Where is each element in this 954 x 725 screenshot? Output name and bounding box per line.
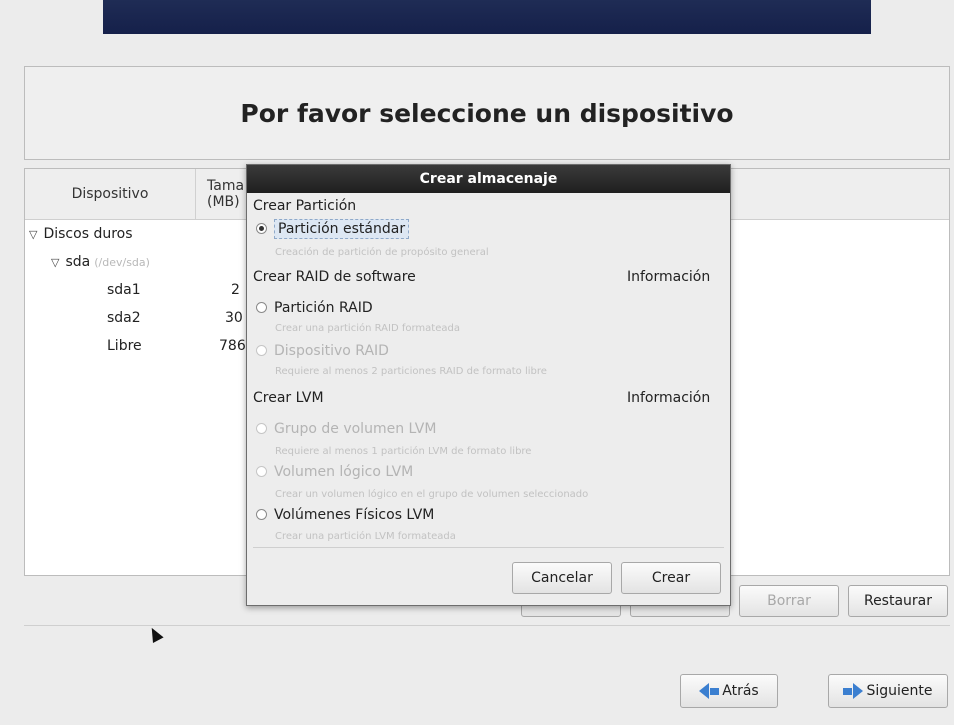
- radio-raid-partition[interactable]: Partición RAID: [256, 300, 373, 316]
- back-label: Atrás: [722, 683, 759, 699]
- option-label: Dispositivo RAID: [274, 343, 389, 359]
- option-description: Crear un volumen lógico en el grupo de v…: [275, 489, 589, 500]
- tree-label: sda: [65, 254, 91, 270]
- column-tamano-label: Tama: [207, 178, 245, 194]
- partition-size: 2: [231, 282, 240, 298]
- back-button[interactable]: Atrás: [680, 674, 778, 708]
- partition-name: sda2: [107, 310, 141, 326]
- option-description: Crear una partición LVM formateada: [275, 531, 456, 542]
- header-box: Por favor seleccione un dispositivo: [24, 66, 950, 160]
- radio-raid-device[interactable]: Dispositivo RAID: [256, 343, 389, 359]
- radio-selected-icon[interactable]: [256, 223, 267, 234]
- next-button[interactable]: Siguiente: [828, 674, 948, 708]
- radio-icon[interactable]: [256, 509, 267, 520]
- radio-icon[interactable]: [256, 302, 267, 313]
- option-description: Crear una partición RAID formateada: [275, 323, 460, 334]
- expand-triangle-icon[interactable]: ▽: [29, 228, 37, 241]
- section-create-lvm: Crear LVM: [253, 390, 324, 406]
- divider: [24, 625, 950, 626]
- section-create-raid: Crear RAID de software: [253, 269, 416, 285]
- create-confirm-button[interactable]: Crear: [621, 562, 721, 594]
- section-create-partition: Crear Partición: [253, 198, 357, 214]
- create-label: Crear: [651, 570, 691, 586]
- create-storage-dialog: Crear almacenaje Crear Partición Partici…: [246, 164, 731, 606]
- partition-size: 30: [225, 310, 243, 326]
- option-description: Creación de partición de propósito gener…: [275, 247, 489, 258]
- option-label: Volúmenes Físicos LVM: [274, 507, 435, 523]
- mouse-cursor-icon: [146, 625, 164, 643]
- restore-button[interactable]: Restaurar: [848, 585, 948, 617]
- cancel-label: Cancelar: [531, 570, 593, 586]
- option-label: Partición RAID: [274, 300, 373, 316]
- cancel-button[interactable]: Cancelar: [512, 562, 612, 594]
- radio-lvm-physical[interactable]: Volúmenes Físicos LVM: [256, 507, 434, 523]
- option-description: Requiere al menos 2 particiones RAID de …: [275, 366, 547, 377]
- radio-lvm-group[interactable]: Grupo de volumen LVM: [256, 421, 436, 437]
- partition-name: sda1: [107, 282, 141, 298]
- option-label: Grupo de volumen LVM: [274, 421, 437, 437]
- page-title: Por favor seleccione un dispositivo: [240, 98, 734, 128]
- table-row[interactable]: sda1: [107, 282, 141, 298]
- arrow-right-icon: [843, 683, 864, 699]
- dialog-title: Crear almacenaje: [247, 165, 730, 193]
- radio-icon[interactable]: [256, 466, 267, 477]
- info-link-lvm[interactable]: Información: [627, 390, 710, 406]
- option-label: Partición estándar: [274, 219, 410, 239]
- arrow-left-icon: [699, 683, 720, 699]
- column-tamano-unit: (MB): [207, 194, 240, 210]
- table-row[interactable]: Libre: [107, 338, 142, 354]
- radio-standard-partition[interactable]: Partición estándar: [256, 219, 410, 239]
- partition-name: Libre: [107, 338, 142, 354]
- table-row[interactable]: sda2: [107, 310, 141, 326]
- tree-row-discos-duros[interactable]: ▽ Discos duros: [29, 226, 133, 242]
- option-label: Volumen lógico LVM: [274, 464, 414, 480]
- column-dispositivo[interactable]: Dispositivo: [25, 169, 196, 219]
- tree-label: Discos duros: [43, 226, 133, 242]
- disk-path-hint: (/dev/sda): [94, 256, 150, 269]
- info-link-raid[interactable]: Información: [627, 269, 710, 285]
- dialog-divider: [253, 547, 724, 548]
- expand-triangle-icon[interactable]: ▽: [51, 256, 59, 269]
- restore-label: Restaurar: [863, 593, 933, 609]
- option-description: Requiere al menos 1 partición LVM de for…: [275, 446, 532, 457]
- tree-row-sda[interactable]: ▽ sda (/dev/sda): [51, 254, 150, 270]
- delete-button[interactable]: Borrar: [739, 585, 839, 617]
- next-label: Siguiente: [866, 683, 933, 699]
- radio-icon[interactable]: [256, 423, 267, 434]
- radio-lvm-logical[interactable]: Volumen lógico LVM: [256, 464, 413, 480]
- radio-icon[interactable]: [256, 345, 267, 356]
- top-banner: [103, 0, 871, 34]
- partition-size: 786: [219, 338, 246, 354]
